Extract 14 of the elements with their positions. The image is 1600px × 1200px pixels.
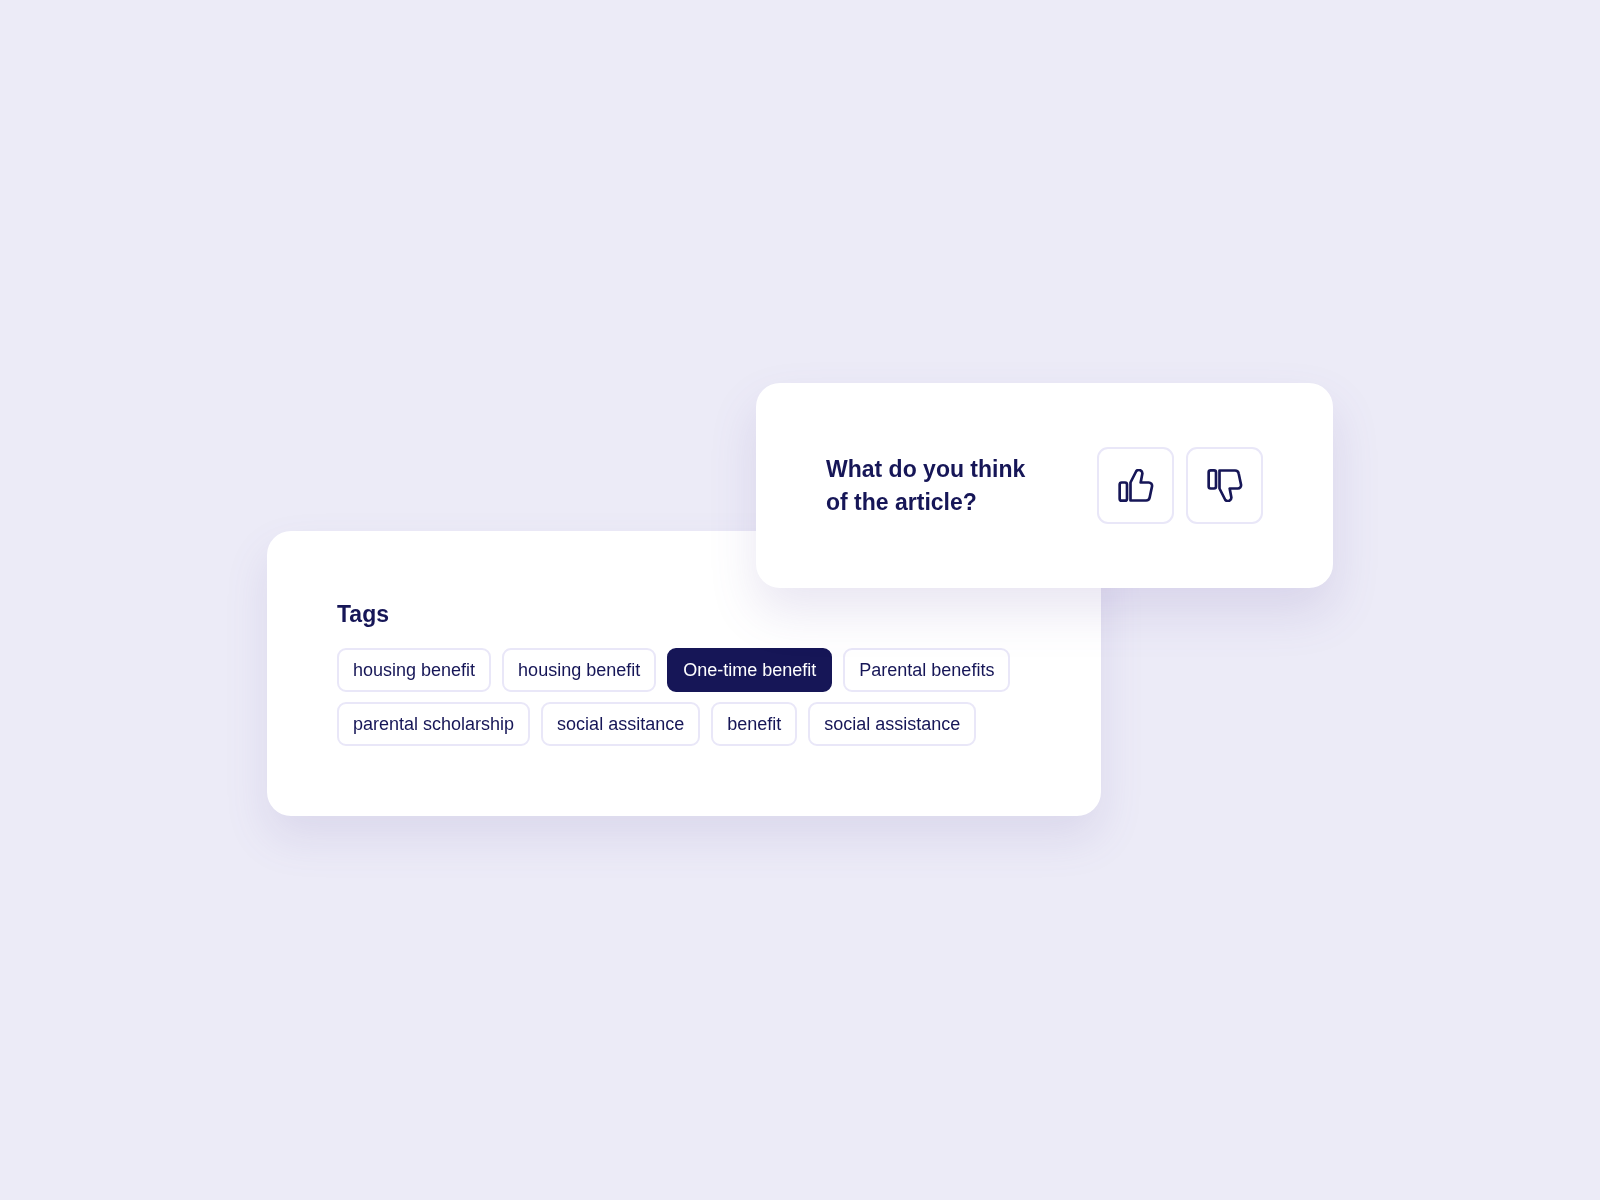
thumbs-down-icon [1206,469,1243,502]
tag-chip[interactable]: social assistance [808,702,977,746]
thumbs-up-icon [1117,469,1154,502]
tag-chip[interactable]: parental scholarship [337,702,531,746]
tag-chip[interactable]: housing benefit [337,648,492,692]
tag-chip[interactable]: Parental benefits [843,648,1011,692]
tags-heading: Tags [337,600,390,629]
tag-chip[interactable]: One-time benefit [667,648,833,692]
tag-chip[interactable]: social assitance [541,702,701,746]
feedback-button[interactable] [1097,447,1174,524]
feedback-question: What do you think of the article? [826,454,1027,517]
feedback-button[interactable] [1186,447,1263,524]
tag-chip[interactable]: housing benefit [502,648,657,692]
tag-chip[interactable]: benefit [711,702,798,746]
